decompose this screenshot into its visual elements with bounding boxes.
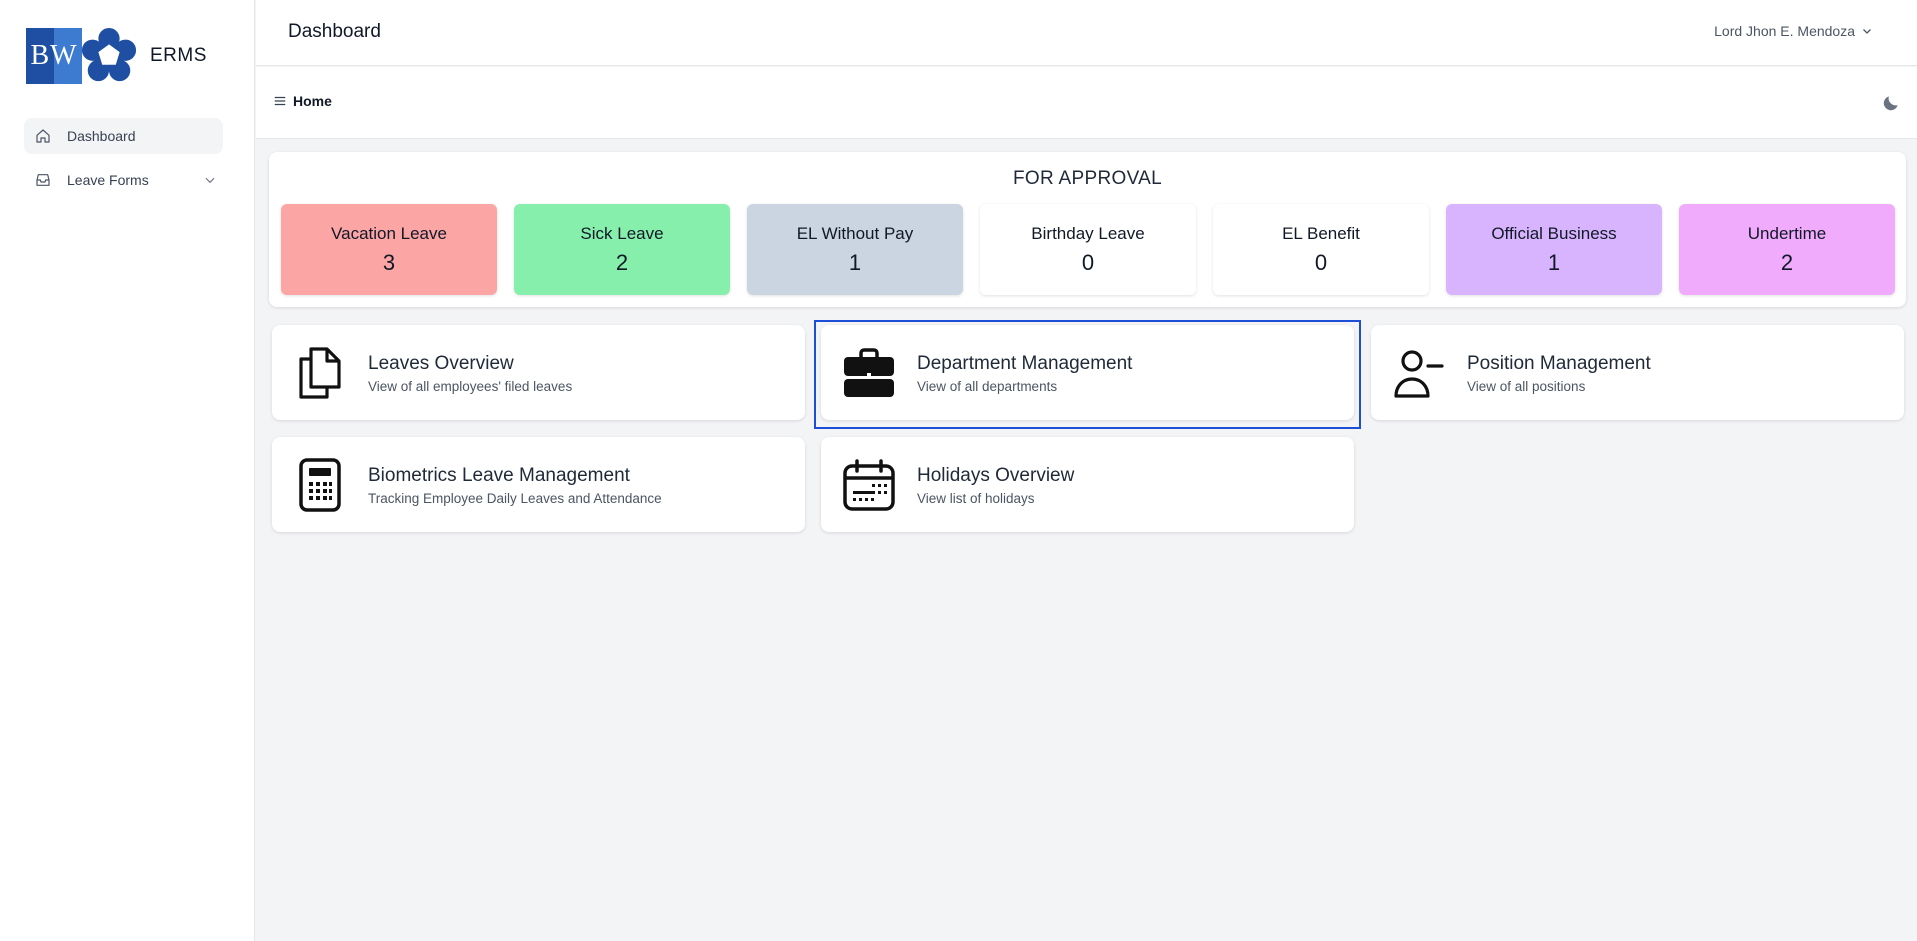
approval-card-count: 1 — [1547, 249, 1561, 275]
sub-header: Home — [256, 67, 1917, 139]
module-card-holidays-overview[interactable]: Holidays Overview View list of holidays — [821, 437, 1354, 532]
flower-logo-icon — [81, 27, 137, 82]
module-subtitle: Tracking Employee Daily Leaves and Atten… — [368, 491, 662, 506]
user-menu[interactable]: Lord Jhon E. Mendoza — [1714, 23, 1873, 39]
user-minus-icon — [1392, 345, 1446, 401]
approval-card-label: EL Without Pay — [796, 223, 914, 243]
sidebar-nav: Dashboard Leave Forms — [24, 118, 223, 206]
bw-logo-mark: BW — [26, 28, 82, 84]
hamburger-menu-icon[interactable] — [273, 94, 287, 108]
page-title: Dashboard — [288, 21, 381, 42]
approval-card-vacation-leave[interactable]: Vacation Leave 3 — [281, 204, 497, 295]
module-subtitle: View of all positions — [1467, 379, 1586, 394]
sidebar-item-leave-forms[interactable]: Leave Forms — [24, 162, 223, 198]
calendar-icon — [842, 457, 896, 513]
top-header: Dashboard Lord Jhon E. Mendoza — [256, 0, 1917, 66]
approval-card-label: Birthday Leave — [1031, 223, 1145, 243]
approval-card-label: EL Benefit — [1282, 223, 1360, 243]
module-subtitle: View of all employees' filed leaves — [368, 379, 573, 394]
sidebar-item-dashboard[interactable]: Dashboard — [24, 118, 223, 154]
approval-card-sick-leave[interactable]: Sick Leave 2 — [514, 204, 730, 295]
user-name: Lord Jhon E. Mendoza — [1714, 23, 1855, 39]
approval-card-label: Official Business — [1491, 223, 1617, 243]
module-card-biometrics-leave-management[interactable]: Biometrics Leave Management Tracking Emp… — [272, 437, 805, 532]
approval-card-count: 1 — [848, 249, 862, 275]
approval-card-official-business[interactable]: Official Business 1 — [1446, 204, 1662, 295]
for-approval-panel: FOR APPROVAL Vacation Leave 3 Sick Leave… — [269, 152, 1906, 307]
focus-highlight — [814, 320, 1361, 429]
app-logo[interactable]: BW ERMS — [26, 27, 207, 85]
approval-card-count: 3 — [382, 249, 396, 275]
calculator-icon — [293, 457, 347, 513]
sidebar: BW ERMS Dashboard Leave Forms — [0, 0, 255, 941]
module-title: Biometrics Leave Management — [368, 465, 630, 486]
module-card-position-management[interactable]: Position Management View of all position… — [1371, 325, 1904, 420]
approval-card-label: Vacation Leave — [331, 223, 447, 243]
module-subtitle: View list of holidays — [917, 491, 1035, 506]
approval-card-count: 0 — [1081, 249, 1095, 275]
approval-title: FOR APPROVAL — [1013, 168, 1162, 189]
documents-icon — [293, 345, 347, 401]
approval-card-label: Sick Leave — [580, 223, 664, 243]
chevron-down-icon[interactable] — [203, 173, 217, 187]
chevron-down-icon — [1863, 29, 1871, 34]
inbox-icon — [35, 172, 51, 188]
breadcrumb-home[interactable]: Home — [293, 93, 332, 109]
approval-card-count: 0 — [1314, 249, 1328, 275]
approval-card-undertime[interactable]: Undertime 2 — [1679, 204, 1895, 295]
module-title: Holidays Overview — [917, 465, 1075, 486]
module-card-leaves-overview[interactable]: Leaves Overview View of all employees' f… — [272, 325, 805, 420]
home-icon — [35, 128, 51, 144]
approval-card-count: 2 — [1780, 249, 1794, 275]
approval-card-count: 2 — [615, 249, 629, 275]
moon-icon[interactable] — [1881, 93, 1901, 113]
sidebar-item-label: Leave Forms — [67, 172, 149, 188]
module-title: Position Management — [1467, 353, 1651, 374]
approval-card-el-benefit[interactable]: EL Benefit 0 — [1213, 204, 1429, 295]
approval-card-birthday-leave[interactable]: Birthday Leave 0 — [980, 204, 1196, 295]
module-title: Leaves Overview — [368, 353, 514, 374]
app-name: ERMS — [150, 45, 207, 66]
approval-card-label: Undertime — [1747, 223, 1827, 243]
breadcrumb[interactable]: Home — [273, 93, 332, 109]
sidebar-item-label: Dashboard — [67, 128, 136, 144]
approval-cards: Vacation Leave 3 Sick Leave 2 EL Without… — [281, 204, 1895, 295]
approval-card-el-without-pay[interactable]: EL Without Pay 1 — [747, 204, 963, 295]
